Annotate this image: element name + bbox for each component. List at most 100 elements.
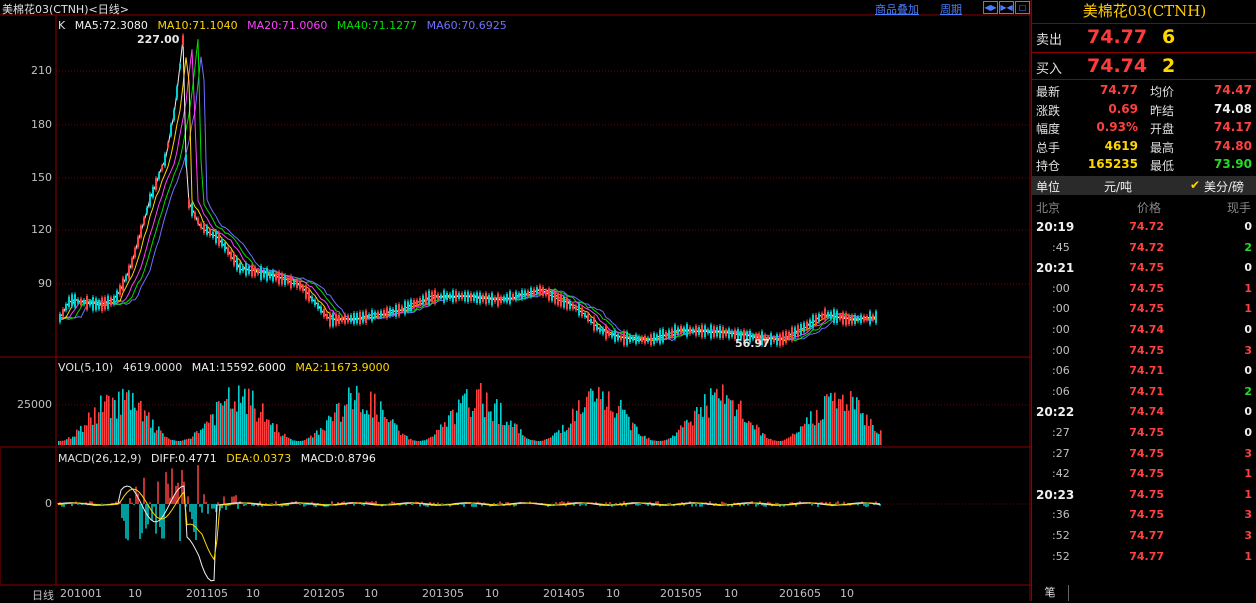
volume-bar [320,428,322,445]
macd-tick-0: 0 [45,497,52,510]
tick-time: :00 [1052,281,1070,295]
candle-body [302,285,304,292]
volume-bar [384,416,386,445]
tick-qty: 1 [1244,549,1252,563]
volume-bar [756,424,758,445]
volume-bar [858,400,860,445]
zoom-out-icon[interactable]: ◀▶ [983,1,998,14]
kline-chart-area[interactable]: 美棉花03(CTNH)<日线> 商品叠加 周期 ◀▶ ▶◀ □ K MA5:72… [0,0,1031,602]
volume-bar [630,430,632,445]
candle-body [572,303,574,310]
candle-body [353,312,355,324]
volume-bar [632,422,634,445]
candle-body [470,293,472,302]
volume-bar [274,431,276,445]
volume-bar [116,418,118,445]
volume-bar [264,421,266,445]
candle-body [398,304,400,317]
maximize-icon[interactable]: □ [1015,1,1030,14]
chart-canvas[interactable] [0,0,1031,601]
volume-bar [574,420,576,445]
tick-time: :06 [1052,364,1070,378]
candle-body [116,290,118,302]
candle-body [203,222,205,234]
volume-bar [820,420,822,445]
volume-bar [138,402,140,445]
volume-bar [232,408,234,445]
candle-body [461,293,463,300]
volume-bar [362,409,364,445]
quote-value: 73.90 [1214,157,1252,171]
volume-bar [836,408,838,445]
volume-bar [734,416,736,445]
candle-body [485,292,487,305]
volume-bar [446,426,448,445]
macd-value-label: MACD:0.8796 [300,452,376,465]
candle-body [248,266,250,274]
volume-bar [210,414,212,445]
candle-body [95,298,97,311]
tick-time: :27 [1052,426,1070,439]
candle-body [161,165,163,171]
volume-bar [600,399,602,445]
volume-bar [582,412,584,445]
candle-body [812,314,814,329]
candle-body [176,86,178,99]
volume-bar [418,441,420,445]
volume-bar [292,440,294,445]
volume-bar [468,407,470,445]
checkmark-icon[interactable]: ✔ [1190,178,1200,192]
volume-bar [258,417,260,445]
macd-legend: MACD(26,12,9) DIFF:0.4771 DEA:0.0373 MAC… [58,452,382,465]
volume-bar [482,403,484,445]
volume-bar [86,425,88,445]
volume-bar [64,440,66,445]
unit-alt-toggle[interactable]: 美分/磅 [1204,178,1244,195]
volume-bar [802,426,804,445]
candle-body [557,293,559,305]
candle-body [587,314,589,322]
volume-bar [360,412,362,445]
candle-body [440,294,442,299]
candle-body [497,293,499,307]
unit-value[interactable]: 元/吨 [1104,178,1132,195]
candle-body [623,331,625,346]
volume-bar [432,436,434,445]
volume-bar [402,433,404,445]
tick-time: :52 [1052,549,1070,563]
volume-bar [876,432,878,445]
volume-bar [618,405,620,445]
volume-bar [374,393,376,445]
volume-bar [614,417,616,445]
volume-bar [870,418,872,445]
quote-value: 165235 [1087,157,1138,171]
unit-label: 单位 [1036,180,1061,194]
volume-bar [142,421,144,445]
volume-bar [84,425,86,445]
candle-body [644,335,646,344]
tick-price: 74.72 [1129,240,1164,254]
candle-body [518,293,520,298]
volume-bar [548,438,550,445]
tab-trades[interactable]: 笔 [1032,585,1069,601]
period-link[interactable]: 周期 [940,1,962,17]
volume-bar [624,409,626,445]
volume-bar [180,440,182,445]
overlay-link[interactable]: 商品叠加 [875,1,919,17]
volume-bar [484,417,486,445]
volume-bar [324,430,326,445]
candle-body [269,271,271,279]
volume-bar [326,420,328,445]
volume-bar [696,406,698,445]
candle-body [869,311,871,325]
candle-body [332,313,334,327]
volume-bar [496,399,498,445]
volume-bar [772,440,774,445]
volume-bar [388,422,390,445]
candle-body [611,332,613,338]
zoom-in-icon[interactable]: ▶◀ [999,1,1014,14]
volume-bar [166,437,168,445]
candle-body [242,266,244,272]
volume-bar [598,387,600,445]
candle-body [245,263,247,276]
